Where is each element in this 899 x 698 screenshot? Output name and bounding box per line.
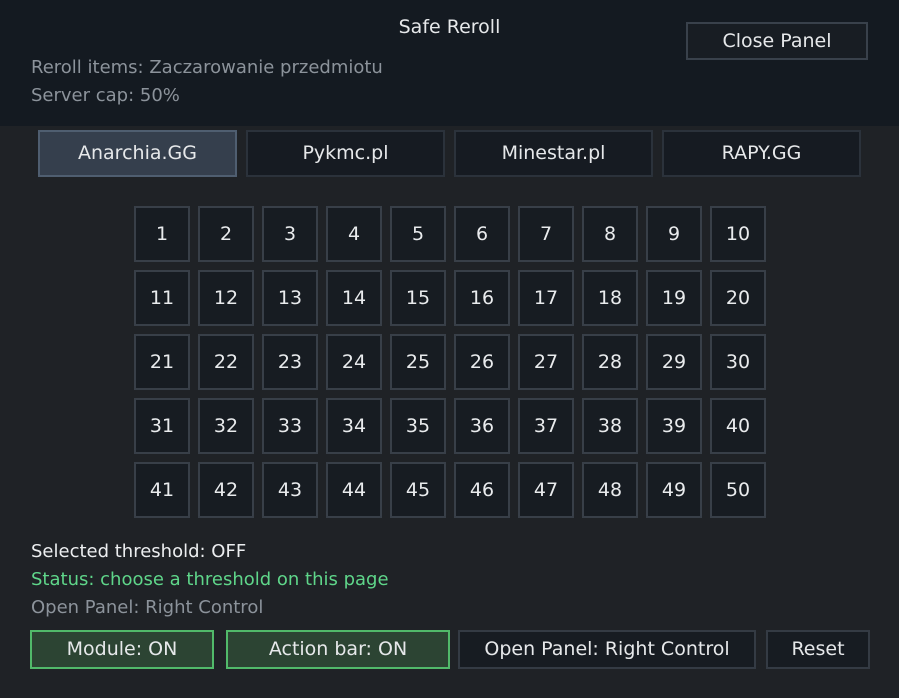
threshold-cell[interactable]: 41 <box>134 462 190 518</box>
tab-minestar-pl[interactable]: Minestar.pl <box>454 130 653 177</box>
threshold-cell[interactable]: 3 <box>262 206 318 262</box>
threshold-cell[interactable]: 21 <box>134 334 190 390</box>
action-bar-toggle-button[interactable]: Action bar: ON <box>226 630 450 669</box>
open-panel-hint-text: Open Panel: Right Control <box>31 597 264 618</box>
threshold-cell[interactable]: 6 <box>454 206 510 262</box>
threshold-cell[interactable]: 18 <box>582 270 638 326</box>
module-toggle-button[interactable]: Module: ON <box>30 630 214 669</box>
threshold-cell[interactable]: 44 <box>326 462 382 518</box>
threshold-cell[interactable]: 49 <box>646 462 702 518</box>
threshold-cell[interactable]: 50 <box>710 462 766 518</box>
threshold-cell[interactable]: 23 <box>262 334 318 390</box>
threshold-cell[interactable]: 36 <box>454 398 510 454</box>
threshold-cell[interactable]: 2 <box>198 206 254 262</box>
threshold-cell[interactable]: 37 <box>518 398 574 454</box>
threshold-cell[interactable]: 11 <box>134 270 190 326</box>
threshold-cell[interactable]: 5 <box>390 206 446 262</box>
threshold-cell[interactable]: 34 <box>326 398 382 454</box>
threshold-cell[interactable]: 17 <box>518 270 574 326</box>
threshold-cell[interactable]: 32 <box>198 398 254 454</box>
threshold-cell[interactable]: 40 <box>710 398 766 454</box>
threshold-cell[interactable]: 43 <box>262 462 318 518</box>
tab-rapy-gg[interactable]: RAPY.GG <box>662 130 861 177</box>
panel-header: Safe Reroll Reroll items: Zaczarowanie p… <box>0 0 899 126</box>
close-panel-button[interactable]: Close Panel <box>686 22 868 60</box>
threshold-cell[interactable]: 24 <box>326 334 382 390</box>
tab-anarchia-gg[interactable]: Anarchia.GG <box>38 130 237 177</box>
server-cap-label: Server cap: 50% <box>31 85 180 106</box>
threshold-cell[interactable]: 9 <box>646 206 702 262</box>
threshold-cell[interactable]: 30 <box>710 334 766 390</box>
threshold-cell[interactable]: 12 <box>198 270 254 326</box>
threshold-cell[interactable]: 47 <box>518 462 574 518</box>
threshold-cell[interactable]: 48 <box>582 462 638 518</box>
threshold-cell[interactable]: 8 <box>582 206 638 262</box>
threshold-cell[interactable]: 22 <box>198 334 254 390</box>
threshold-cell[interactable]: 26 <box>454 334 510 390</box>
threshold-cell[interactable]: 35 <box>390 398 446 454</box>
threshold-cell[interactable]: 45 <box>390 462 446 518</box>
selected-threshold-text: Selected threshold: OFF <box>31 541 247 562</box>
threshold-cell[interactable]: 20 <box>710 270 766 326</box>
threshold-cell[interactable]: 38 <box>582 398 638 454</box>
threshold-cell[interactable]: 14 <box>326 270 382 326</box>
threshold-cell[interactable]: 15 <box>390 270 446 326</box>
threshold-cell[interactable]: 42 <box>198 462 254 518</box>
threshold-cell[interactable]: 27 <box>518 334 574 390</box>
open-panel-keybind-button[interactable]: Open Panel: Right Control <box>458 630 756 669</box>
safe-reroll-panel: Safe Reroll Reroll items: Zaczarowanie p… <box>0 0 899 698</box>
threshold-cell[interactable]: 29 <box>646 334 702 390</box>
status-text: Status: choose a threshold on this page <box>31 569 389 590</box>
threshold-cell[interactable]: 16 <box>454 270 510 326</box>
threshold-cell[interactable]: 4 <box>326 206 382 262</box>
threshold-cell[interactable]: 1 <box>134 206 190 262</box>
threshold-cell[interactable]: 46 <box>454 462 510 518</box>
threshold-cell[interactable]: 10 <box>710 206 766 262</box>
threshold-cell[interactable]: 25 <box>390 334 446 390</box>
reroll-items-label: Reroll items: Zaczarowanie przedmiotu <box>31 57 383 78</box>
threshold-grid: 1 2 3 4 5 6 7 8 9 10 11 12 13 14 15 16 17 18 19 20 21 22 23 24 2… <box>134 206 766 518</box>
reset-button[interactable]: Reset <box>766 630 870 669</box>
threshold-cell[interactable]: 33 <box>262 398 318 454</box>
threshold-cell[interactable]: 19 <box>646 270 702 326</box>
threshold-cell[interactable]: 13 <box>262 270 318 326</box>
threshold-cell[interactable]: 7 <box>518 206 574 262</box>
threshold-cell[interactable]: 31 <box>134 398 190 454</box>
threshold-cell[interactable]: 28 <box>582 334 638 390</box>
tab-pykmc-pl[interactable]: Pykmc.pl <box>246 130 445 177</box>
threshold-cell[interactable]: 39 <box>646 398 702 454</box>
